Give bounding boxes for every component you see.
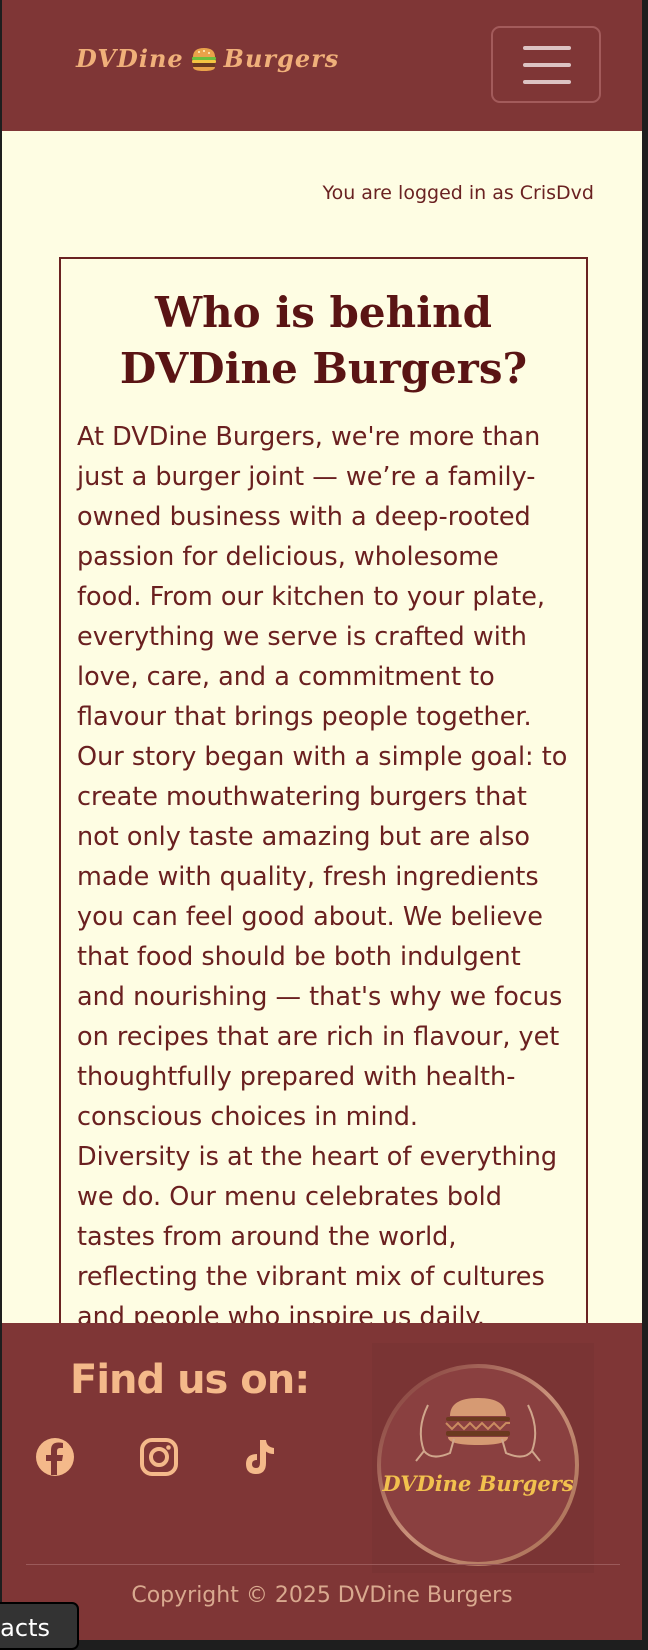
page-frame: DVDine Burgers You are logged in as Cris… — [2, 0, 642, 1640]
copyright-text: Copyright © 2025 DVDine Burgers — [131, 1583, 513, 1608]
instagram-icon — [140, 1438, 178, 1476]
contacts-tab-label: acts — [0, 1614, 50, 1642]
brand-logo-link[interactable]: DVDine Burgers — [76, 44, 339, 73]
about-title: Who is behind DVDine Burgers? — [119, 288, 528, 393]
brand-name-part2: Burgers — [223, 44, 340, 73]
about-paragraph: Diversity is at the heart of everything … — [77, 1142, 558, 1332]
hamburger-line-icon — [523, 46, 571, 50]
footer-logo: DVDine Burgers — [372, 1343, 594, 1573]
burger-hands-logo-icon — [377, 1364, 579, 1566]
about-paragraph: Our story began with a simple goal: to c… — [77, 742, 568, 1132]
instagram-link[interactable] — [139, 1437, 179, 1477]
footer: Find us on: DVDine Burgers Copyright © 2… — [2, 1323, 642, 1640]
about-card: Who is behind DVDine Burgers? At DVDine … — [59, 257, 588, 1357]
login-status: You are logged in as CrisDvd — [322, 182, 594, 204]
brand-name-part1: DVDine — [76, 44, 184, 73]
find-us-heading: Find us on: — [70, 1357, 310, 1403]
navbar-toggle-button[interactable] — [491, 26, 601, 103]
contacts-tab-button[interactable]: acts — [0, 1602, 79, 1650]
hamburger-line-icon — [523, 63, 571, 67]
about-paragraph: At DVDine Burgers, we're more than just … — [77, 422, 546, 732]
hamburger-line-icon — [523, 80, 571, 84]
facebook-link[interactable] — [35, 1437, 75, 1477]
footer-divider — [26, 1564, 620, 1565]
burger-emoji-icon — [191, 47, 216, 71]
footer-logo-text: DVDine Burgers — [382, 1471, 574, 1496]
tiktok-icon — [246, 1440, 274, 1474]
tiktok-link[interactable] — [239, 1437, 279, 1477]
facebook-icon — [36, 1438, 74, 1476]
navbar: DVDine Burgers — [2, 0, 642, 131]
about-text: At DVDine Burgers, we're more than just … — [77, 417, 570, 1337]
